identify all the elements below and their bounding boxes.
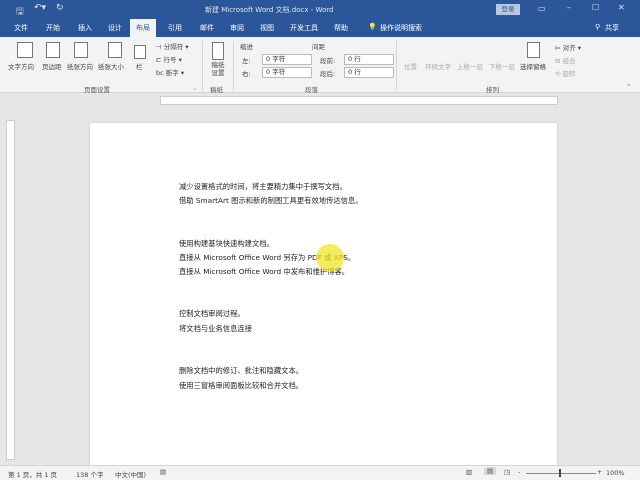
tab-layout[interactable]: 布局 xyxy=(130,19,156,37)
line-numbers-button[interactable]: ⊏ 行号 ▾ xyxy=(156,54,182,64)
group-button[interactable]: ⊞ 组合 xyxy=(555,55,576,65)
collapse-ribbon-icon[interactable]: ⌃ xyxy=(626,83,632,91)
ruler-bar xyxy=(160,96,558,105)
selection-pane-button[interactable]: 选择窗格 xyxy=(520,61,546,71)
document-page[interactable] xyxy=(90,123,557,468)
tab-developer[interactable]: 开发工具 xyxy=(290,23,318,33)
rotate-label: 旋转 xyxy=(562,70,576,78)
close-button[interactable]: ✕ xyxy=(618,3,625,12)
orientation-button[interactable]: 纸张方向 xyxy=(67,61,93,71)
text-direction-icon xyxy=(17,42,33,58)
status-bar: 第 1 页，共 1 页 138 个字 中文(中国) ▤ ▥ ▤ ◳ - + 10… xyxy=(0,465,640,480)
doc-line: 使用三窗格审阅面板比较和合并文档。 xyxy=(179,381,304,390)
spacing-before-label: 段前: xyxy=(320,57,336,65)
tab-mailings[interactable]: 邮件 xyxy=(200,23,214,33)
lightbulb-icon: 💡 xyxy=(368,23,377,31)
ribbon-display-icon[interactable]: ▭ xyxy=(538,4,546,13)
line-numbers-label: 行号 xyxy=(163,56,177,64)
read-mode-icon[interactable]: ▥ xyxy=(466,468,472,476)
wrap-text-button[interactable]: 环绕文字 xyxy=(425,61,451,71)
zoom-in-button[interactable]: + xyxy=(597,468,602,476)
mouse-cursor-highlight xyxy=(316,244,344,272)
vertical-ruler[interactable] xyxy=(6,120,15,460)
group-label: 组合 xyxy=(562,57,576,65)
tab-insert[interactable]: 插入 xyxy=(78,23,92,33)
text-direction-button[interactable]: 文字方向 xyxy=(8,61,34,71)
doc-line: 控制文档审阅过程。 xyxy=(179,309,245,318)
margins-icon xyxy=(46,42,60,58)
columns-icon xyxy=(134,45,146,59)
vertical-scrollbar[interactable] xyxy=(626,108,640,465)
spacing-after-input[interactable]: 0 行 xyxy=(344,67,394,78)
login-button[interactable]: 登录 xyxy=(496,4,520,15)
maximize-button[interactable]: ☐ xyxy=(592,3,599,12)
ribbon-tabs: 文件 开始 插入 设计 布局 引用 邮件 审阅 视图 开发工具 帮助 💡 操作说… xyxy=(0,19,640,37)
hyphenation-button[interactable]: bc 断字 ▾ xyxy=(156,67,184,77)
tab-home[interactable]: 开始 xyxy=(46,23,60,33)
tab-review[interactable]: 审阅 xyxy=(230,23,244,33)
word-count[interactable]: 138 个字 xyxy=(76,469,103,479)
tab-references[interactable]: 引用 xyxy=(168,23,182,33)
size-button[interactable]: 纸张大小 xyxy=(98,61,124,71)
zoom-out-button[interactable]: - xyxy=(518,468,520,476)
redo-icon[interactable]: ↻ xyxy=(56,3,64,13)
draft-settings-button[interactable]: 稿纸设置 xyxy=(209,61,227,77)
share-icon[interactable]: ⚲ xyxy=(595,23,600,31)
doc-line: 将文档与业务信息连接 xyxy=(179,324,252,333)
macro-record-icon[interactable]: ▤ xyxy=(160,468,166,476)
indent-label: 缩进 xyxy=(240,43,253,51)
page-count[interactable]: 第 1 页，共 1 页 xyxy=(8,469,57,479)
language[interactable]: 中文(中国) xyxy=(115,469,146,479)
draft-paper-icon xyxy=(212,42,224,60)
zoom-slider[interactable] xyxy=(526,473,596,474)
zoom-slider-thumb[interactable] xyxy=(559,469,561,477)
page-setup-launcher-icon[interactable]: ⌟ xyxy=(193,84,196,91)
share-button[interactable]: 共享 xyxy=(605,23,619,33)
spacing-label: 间距 xyxy=(312,43,325,51)
zoom-level[interactable]: 100% xyxy=(606,469,625,477)
doc-line: 借助 SmartArt 图示和新的制图工具更有效地传达信息。 xyxy=(179,196,363,205)
doc-line: 删除文档中的修订、批注和隐藏文本。 xyxy=(179,366,304,375)
spacing-before-input[interactable]: 0 行 xyxy=(344,54,394,65)
indent-right-input[interactable]: 0 字符 xyxy=(262,67,312,78)
tab-file[interactable]: 文件 xyxy=(14,23,28,33)
orientation-icon xyxy=(74,42,88,58)
minimize-button[interactable]: – xyxy=(567,3,571,12)
align-label: 对齐 xyxy=(562,44,576,52)
send-backward-button[interactable]: 下移一层 xyxy=(489,61,515,71)
doc-line: 减少设置格式的时间，将主要精力集中于撰写文档。 xyxy=(179,182,347,191)
tab-help[interactable]: 帮助 xyxy=(334,23,348,33)
doc-line: 使用构建基块快速构建文档。 xyxy=(179,239,274,248)
indent-left-label: 左: xyxy=(242,57,251,65)
bring-forward-button[interactable]: 上移一层 xyxy=(457,61,483,71)
web-layout-icon[interactable]: ◳ xyxy=(504,468,510,476)
undo-icon[interactable]: ↶▾ xyxy=(34,3,46,13)
indent-right-label: 右: xyxy=(242,70,251,78)
indent-left-input[interactable]: 0 字符 xyxy=(262,54,312,65)
hyphenation-label: 断字 xyxy=(165,69,179,77)
print-layout-icon[interactable]: ▤ xyxy=(484,467,497,475)
breaks-label: 分隔符 xyxy=(163,43,184,51)
columns-button[interactable]: 栏 xyxy=(136,61,143,71)
size-icon xyxy=(108,42,122,58)
ribbon: 文字方向 页边距 纸张方向 纸张大小 栏 ⊣ 分隔符 ▾ ⊏ 行号 ▾ bc 断… xyxy=(0,37,640,94)
align-button[interactable]: ⊨ 对齐 ▾ xyxy=(555,42,581,52)
rotate-button[interactable]: ⟲ 旋转 xyxy=(555,68,576,78)
margins-button[interactable]: 页边距 xyxy=(42,61,62,71)
tab-design[interactable]: 设计 xyxy=(108,23,122,33)
tab-view[interactable]: 视图 xyxy=(260,23,274,33)
selection-pane-icon xyxy=(527,42,540,58)
title-bar: 🖫 ↶▾ ↻ 新建 Microsoft Word 文档.docx - Word … xyxy=(0,0,640,19)
breaks-button[interactable]: ⊣ 分隔符 ▾ xyxy=(156,41,189,51)
position-button[interactable]: 位置 xyxy=(404,61,417,71)
window-title: 新建 Microsoft Word 文档.docx - Word xyxy=(205,6,334,14)
tell-me-search[interactable]: 操作说明搜索 xyxy=(380,23,422,33)
save-icon[interactable]: 🖫 xyxy=(16,4,24,20)
spacing-after-label: 段后: xyxy=(320,70,336,78)
